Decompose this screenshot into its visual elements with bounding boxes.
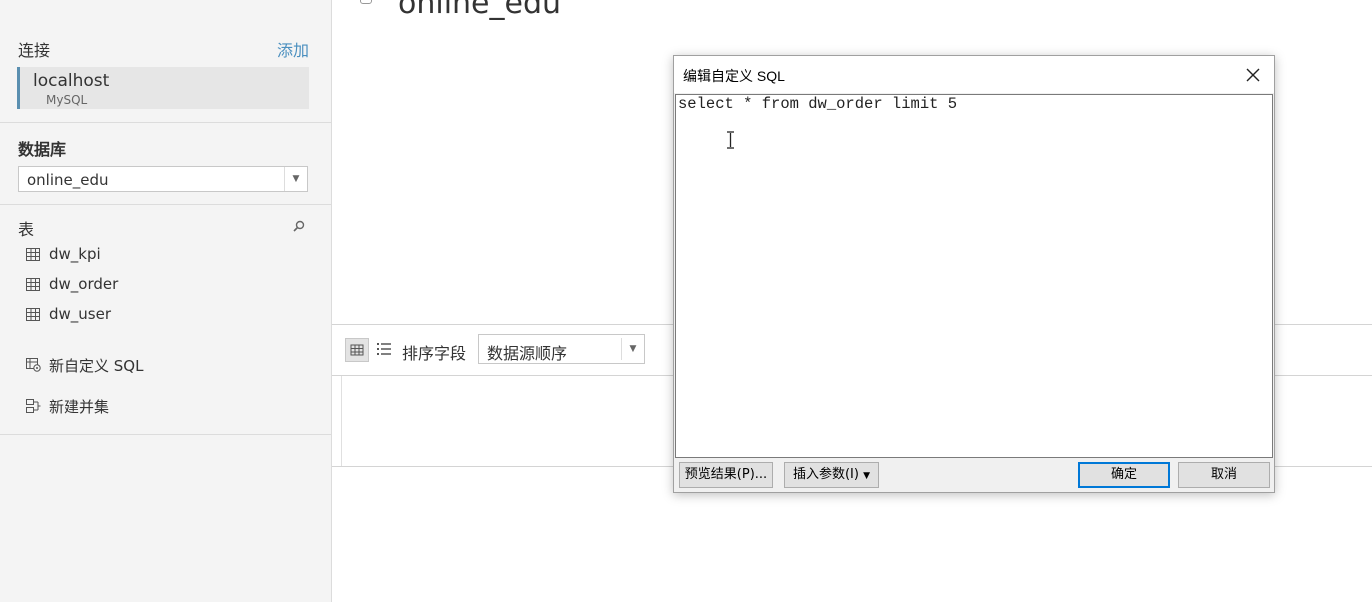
sort-field-label: 排序字段	[402, 344, 467, 363]
new-union-label: 新建并集	[49, 398, 110, 416]
divider	[0, 434, 331, 435]
search-icon[interactable]	[292, 219, 306, 233]
list-view-icon[interactable]	[376, 341, 392, 357]
insert-parameter-label: 插入参数(I)	[792, 467, 859, 482]
page-title: online_edu	[398, 0, 562, 21]
preview-results-button[interactable]: 预览结果(P)...	[679, 462, 773, 488]
divider	[0, 122, 331, 123]
union-icon	[26, 399, 41, 413]
database-select[interactable]: online_edu ▼	[18, 166, 308, 192]
close-icon[interactable]	[1243, 65, 1263, 85]
table-icon	[26, 308, 40, 321]
table-icon	[26, 248, 40, 261]
sql-text: select * from dw_order limit 5	[678, 95, 958, 113]
connection-name: localhost	[33, 71, 110, 91]
dialog-titlebar[interactable]: 编辑自定义 SQL	[674, 56, 1274, 93]
connection-item-localhost[interactable]: localhost MySQL	[17, 67, 309, 109]
connection-type: MySQL	[46, 93, 88, 107]
chevron-down-icon: ▼	[284, 167, 307, 191]
table-label: dw_kpi	[49, 245, 101, 263]
dialog-title: 编辑自定义 SQL	[683, 68, 785, 84]
table-label: dw_user	[49, 305, 112, 323]
database-select-value: online_edu	[27, 171, 109, 189]
data-source-sidebar: 连接 添加 localhost MySQL 数据库 online_edu ▼ 表…	[0, 0, 332, 602]
edit-custom-sql-dialog: 编辑自定义 SQL select * from dw_order limit 5…	[673, 55, 1275, 493]
sort-field-select[interactable]: 数据源顺序 ▼	[478, 334, 645, 364]
table-icon	[26, 278, 40, 291]
text-cursor-icon	[727, 131, 734, 149]
datasource-icon	[360, 0, 372, 4]
insert-parameter-button[interactable]: 插入参数(I) ▼	[784, 462, 879, 488]
cancel-button[interactable]: 取消	[1178, 462, 1270, 488]
connections-header: 连接	[18, 41, 51, 60]
table-label: dw_order	[49, 275, 119, 293]
add-connection-link[interactable]: 添加	[277, 37, 309, 61]
database-header: 数据库	[18, 140, 67, 159]
chevron-down-icon: ▼	[621, 338, 644, 360]
sql-editor[interactable]: select * from dw_order limit 5	[675, 94, 1273, 458]
divider	[0, 204, 331, 205]
chevron-down-icon: ▼	[863, 471, 871, 481]
new-custom-sql-label: 新自定义 SQL	[49, 357, 144, 375]
custom-sql-icon	[26, 358, 41, 372]
ok-button[interactable]: 确定	[1078, 462, 1170, 488]
grid-icon	[350, 344, 364, 356]
grid-left-border	[341, 376, 342, 466]
tables-header: 表	[18, 220, 35, 239]
sort-field-value: 数据源顺序	[487, 344, 568, 363]
grid-view-button[interactable]	[345, 338, 369, 362]
